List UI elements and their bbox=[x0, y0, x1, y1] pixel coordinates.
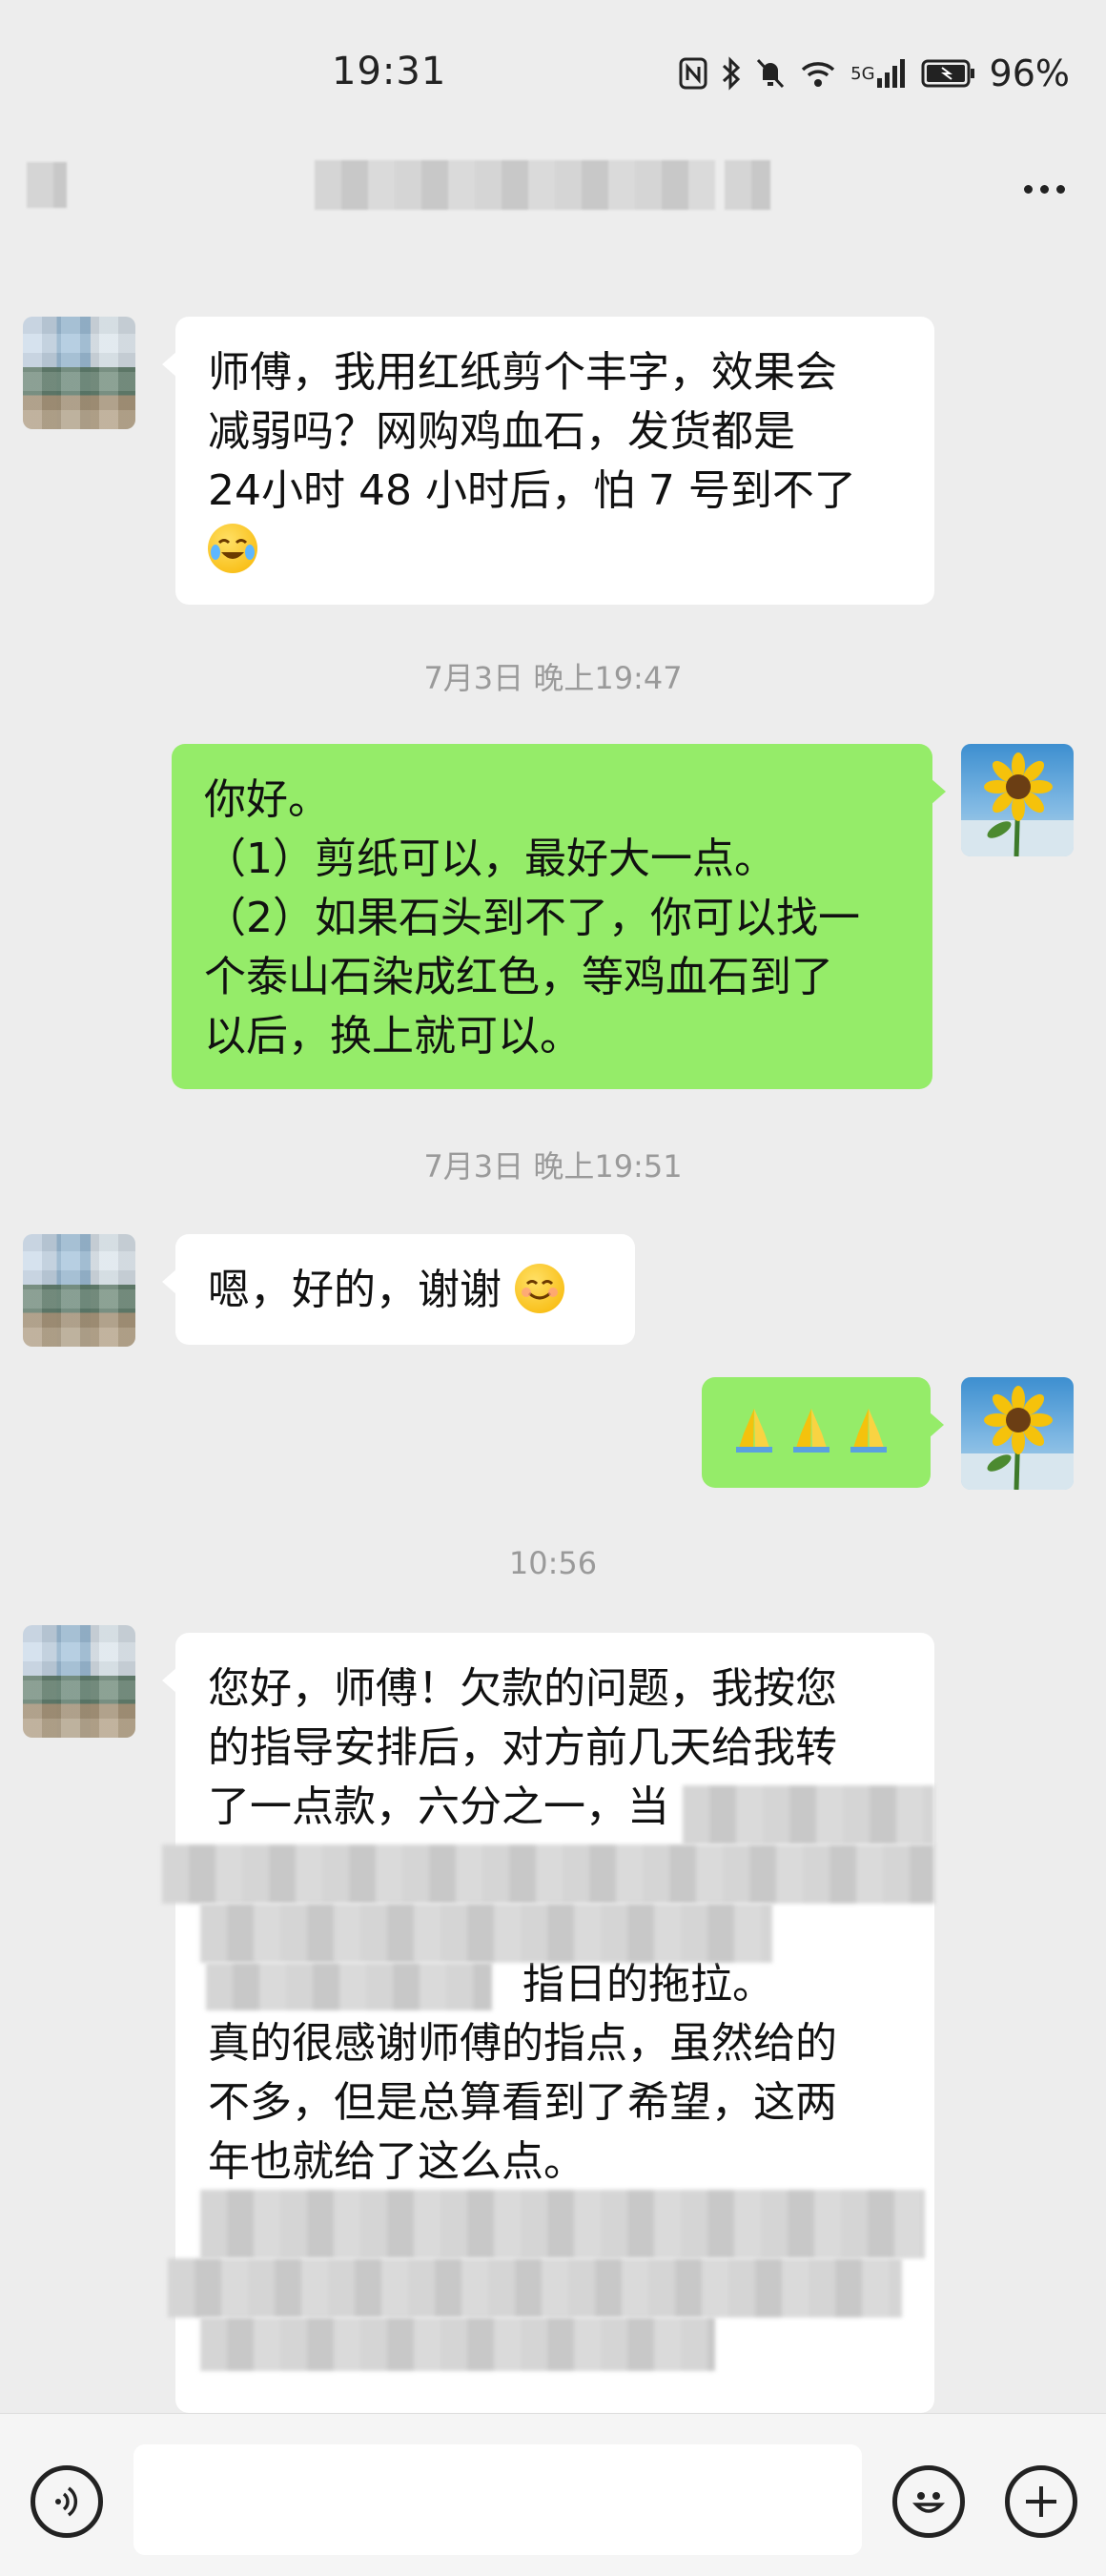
redacted-text bbox=[162, 1844, 934, 1904]
message-line: 年也就给了这么点。 bbox=[208, 2137, 585, 2186]
message-bubble[interactable]: 师傅，我用红纸剪个丰字，效果会 减弱吗？网购鸡血石，发货都是 24小时 48 小… bbox=[162, 317, 934, 605]
input-bar bbox=[0, 2413, 1106, 2576]
chat-header bbox=[0, 153, 1106, 248]
nfc-icon bbox=[679, 57, 707, 90]
message-line: 减弱吗？网购鸡血石，发货都是 bbox=[208, 407, 795, 456]
bluetooth-icon bbox=[721, 56, 742, 91]
signal-5g-icon: 5G bbox=[850, 57, 907, 90]
smiling-face-emoji bbox=[515, 1264, 564, 1313]
message-line: 您好，师傅！欠款的问题，我按您 bbox=[208, 1664, 837, 1713]
sunflower-avatar[interactable] bbox=[961, 744, 1074, 856]
battery-percentage: 96% bbox=[989, 52, 1070, 94]
message-bubble[interactable]: 你好。 （1）剪纸可以，最好大一点。 （2）如果石头到不了，你可以找一 个泰山石… bbox=[172, 744, 946, 1089]
message-input[interactable] bbox=[133, 2444, 862, 2555]
wifi-icon bbox=[799, 58, 837, 89]
status-bar: 19:31 5G 96% bbox=[0, 0, 1106, 153]
message-line: 以后，换上就可以。 bbox=[204, 1012, 582, 1061]
back-button-blurred[interactable] bbox=[27, 162, 67, 208]
chat-title-blurred bbox=[315, 160, 715, 210]
chat-title-blurred-part bbox=[725, 160, 770, 210]
redacted-text bbox=[200, 2318, 715, 2371]
voice-icon[interactable] bbox=[31, 2465, 103, 2538]
sunflower-avatar[interactable] bbox=[961, 1377, 1074, 1490]
plus-icon[interactable] bbox=[1005, 2465, 1077, 2538]
more-dots-icon[interactable] bbox=[1011, 160, 1077, 217]
message-line: （2）如果石头到不了，你可以找一 bbox=[204, 894, 860, 942]
chat-area[interactable]: 师傅，我用红纸剪个丰字，效果会 减弱吗？网购鸡血石，发货都是 24小时 48 小… bbox=[0, 248, 1106, 2413]
message-line: 不多，但是总算看到了希望，这两 bbox=[208, 2078, 837, 2127]
contact-avatar[interactable] bbox=[23, 1234, 135, 1347]
network-label: 5G bbox=[850, 63, 875, 84]
folded-hands-emoji bbox=[850, 1409, 887, 1453]
message-line: 真的很感谢师傅的指点，虽然给的 bbox=[208, 2019, 837, 2068]
redacted-text bbox=[683, 1785, 934, 1844]
message-bubble[interactable] bbox=[702, 1377, 944, 1488]
message-bubble[interactable]: 嗯，好的，谢谢 bbox=[162, 1234, 635, 1345]
message-line: 24小时 48 小时后，怕 7 号到不了 bbox=[208, 466, 856, 515]
message-timestamp: 7月3日 晚上19:51 bbox=[423, 1148, 683, 1185]
redacted-text bbox=[200, 2190, 925, 2258]
folded-hands-emoji bbox=[736, 1409, 772, 1453]
battery-icon bbox=[921, 58, 976, 89]
message-line: 个泰山石染成红色，等鸡血石到了 bbox=[204, 953, 833, 1001]
message-timestamp: 10:56 bbox=[508, 1545, 598, 1581]
emoji-icon[interactable] bbox=[892, 2465, 965, 2538]
contact-avatar[interactable] bbox=[23, 1625, 135, 1738]
contact-avatar[interactable] bbox=[23, 317, 135, 429]
redacted-text bbox=[206, 1963, 492, 2010]
redacted-text bbox=[168, 2258, 902, 2318]
message-line: 的指导安排后，对方前几天给我转 bbox=[208, 1723, 837, 1772]
redacted-text bbox=[200, 1904, 772, 1963]
message-timestamp: 7月3日 晚上19:47 bbox=[423, 660, 683, 696]
folded-hands-emoji bbox=[793, 1409, 830, 1453]
message-text: 嗯，好的，谢谢 bbox=[208, 1266, 502, 1314]
status-time: 19:31 bbox=[332, 50, 447, 93]
message-line: （1）剪纸可以，最好大一点。 bbox=[204, 835, 776, 883]
message-line: 师傅，我用红纸剪个丰字，效果会 bbox=[208, 348, 837, 397]
status-icons: 5G 96% bbox=[679, 50, 1070, 97]
message-line: 你好。 bbox=[204, 775, 330, 824]
crying-laughing-emoji bbox=[208, 524, 257, 573]
mute-bell-icon bbox=[755, 57, 786, 90]
